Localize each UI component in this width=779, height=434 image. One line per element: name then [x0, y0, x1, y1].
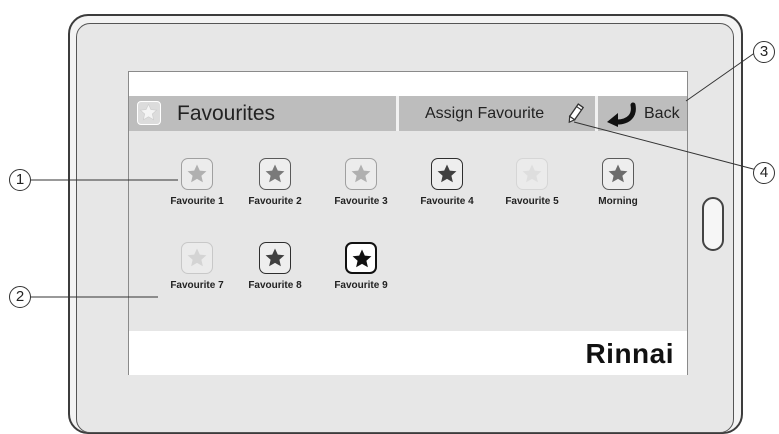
favourite-5-button[interactable]: Favourite 5	[495, 158, 575, 234]
pencil-icon[interactable]	[566, 103, 584, 125]
star-icon	[345, 242, 377, 274]
star-icon	[259, 242, 291, 274]
favourite-label: Favourite 4	[420, 196, 474, 207]
star-icon	[181, 242, 213, 274]
favourite-label: Favourite 3	[334, 196, 388, 207]
favourite-4-button[interactable]: Favourite 4	[410, 158, 490, 234]
header-bar: Favourites Assign Favourite Back	[129, 96, 687, 131]
favourite-label: Favourite 2	[248, 196, 302, 207]
brand-logo: Rinnai	[585, 338, 674, 369]
star-icon	[345, 158, 377, 190]
callout-1: 1	[9, 169, 31, 191]
callout-4: 4	[753, 162, 775, 184]
footer-bar: Rinnai	[129, 331, 687, 375]
favourite-label: Favourite 8	[248, 280, 302, 291]
star-icon	[602, 158, 634, 190]
back-button[interactable]: Back	[644, 105, 680, 123]
header-divider	[396, 96, 399, 131]
favourite-9-button[interactable]: Favourite 9	[324, 242, 404, 318]
home-button[interactable]	[702, 197, 724, 251]
header-divider	[595, 96, 598, 131]
star-icon	[259, 158, 291, 190]
page-title: Favourites	[177, 102, 276, 125]
callout-3: 3	[753, 41, 775, 63]
favourite-label: Morning	[598, 196, 638, 207]
favourite-3-button[interactable]: Favourite 3	[324, 158, 404, 234]
touch-screen: Favourites Assign Favourite Back Favouri…	[128, 71, 688, 375]
favourite-2-button[interactable]: Favourite 2	[238, 158, 318, 234]
star-icon	[516, 158, 548, 190]
favourites-star-icon	[137, 101, 161, 125]
callout-2: 2	[9, 286, 31, 308]
favourite-morning-button[interactable]: Morning	[581, 158, 661, 234]
favourite-label: Favourite 5	[505, 196, 559, 207]
back-arrow-icon[interactable]	[603, 102, 639, 128]
favourite-label: Favourite 9	[334, 280, 388, 291]
star-icon	[181, 158, 213, 190]
status-strip	[129, 72, 687, 96]
assign-favourite-button[interactable]: Assign Favourite	[425, 105, 544, 123]
star-icon	[431, 158, 463, 190]
favourite-8-button[interactable]: Favourite 8	[238, 242, 318, 318]
